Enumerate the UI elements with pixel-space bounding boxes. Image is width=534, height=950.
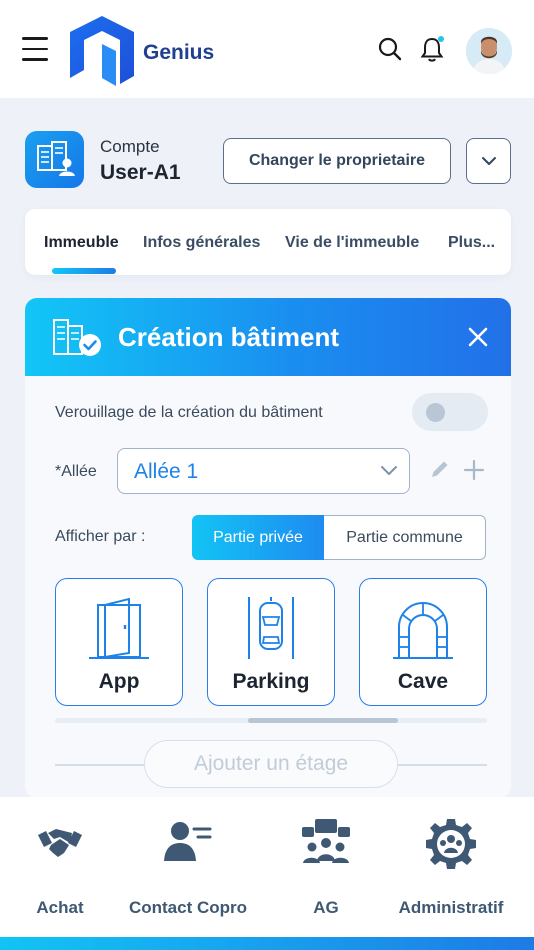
plus-icon[interactable] xyxy=(462,458,486,482)
horizontal-scrollbar[interactable] xyxy=(55,718,487,723)
app-header: Genius xyxy=(0,0,534,98)
creation-batiment-card: Création bâtiment Verouillage de la créa… xyxy=(25,298,511,798)
section-tabs: Immeuble Infos générales Vie de l'immeub… xyxy=(25,209,511,275)
allee-select[interactable]: Allée 1 xyxy=(117,448,410,494)
search-icon[interactable] xyxy=(377,36,403,62)
nav-label: AG xyxy=(313,898,339,917)
lock-creation-toggle[interactable] xyxy=(412,393,488,431)
active-tab-indicator xyxy=(52,268,116,274)
nav-label: Administratif xyxy=(398,898,504,917)
account-user: User-A1 xyxy=(100,161,181,184)
nav-ag[interactable]: AG xyxy=(296,817,356,918)
nav-contact-copro[interactable]: Contact Copro xyxy=(124,817,252,918)
close-icon[interactable] xyxy=(465,324,491,350)
account-label: Compte xyxy=(100,137,160,156)
tile-label: Cave xyxy=(397,670,449,693)
building-check-icon xyxy=(53,319,101,356)
bell-icon[interactable] xyxy=(419,34,445,64)
lock-creation-label: Verouillage de la création du bâtiment xyxy=(55,404,323,421)
scrollbar-thumb[interactable] xyxy=(248,718,398,723)
tile-parking[interactable]: Parking xyxy=(207,578,335,706)
tile-label: App xyxy=(98,670,140,693)
admin-gear-icon xyxy=(426,819,476,869)
chevron-down-icon xyxy=(381,466,397,475)
avatar[interactable] xyxy=(466,28,512,74)
toggle-knob xyxy=(426,403,445,422)
handshake-icon xyxy=(38,829,82,857)
pencil-icon[interactable] xyxy=(429,458,451,480)
tile-label: Parking xyxy=(232,670,310,693)
bottom-navigation: Achat Contact Copro AG Administratif xyxy=(0,797,534,937)
allee-selected-value: Allée 1 xyxy=(134,460,199,483)
card-title: Création bâtiment xyxy=(118,322,340,352)
tab-plus[interactable]: Plus... xyxy=(448,234,495,252)
door-icon xyxy=(89,597,149,659)
bottom-accent-strip xyxy=(0,937,534,950)
account-dropdown-button[interactable] xyxy=(466,138,511,184)
tile-app[interactable]: App xyxy=(55,578,183,706)
nav-label: Achat xyxy=(36,898,84,917)
contact-icon xyxy=(164,822,212,861)
allee-label: *Allée xyxy=(55,463,97,480)
hamburger-icon[interactable] xyxy=(22,37,48,61)
brand-name: Genius xyxy=(143,41,215,64)
afficher-par-label: Afficher par : xyxy=(55,528,146,545)
card-header: Création bâtiment xyxy=(25,298,511,376)
genius-logo xyxy=(70,16,134,86)
change-owner-button[interactable]: Changer le proprietaire xyxy=(223,138,451,184)
divider xyxy=(398,764,487,766)
nav-achat[interactable]: Achat xyxy=(22,817,98,918)
tab-vie-immeuble[interactable]: Vie de l'immeuble xyxy=(285,234,419,252)
segment-partie-commune[interactable]: Partie commune xyxy=(324,515,486,560)
meeting-icon xyxy=(302,819,350,863)
tile-cave[interactable]: Cave xyxy=(359,578,487,706)
nav-label: Contact Copro xyxy=(128,898,248,917)
divider xyxy=(55,764,144,766)
cellar-arch-icon xyxy=(393,602,453,659)
tab-infos-generales[interactable]: Infos générales xyxy=(143,234,260,252)
nav-administratif[interactable]: Administratif xyxy=(394,817,508,918)
tab-immeuble[interactable]: Immeuble xyxy=(44,234,119,252)
segment-partie-privee[interactable]: Partie privée xyxy=(192,515,324,560)
car-parking-icon xyxy=(248,597,294,659)
add-floor-button[interactable]: Ajouter un étage xyxy=(144,740,398,788)
building-user-icon xyxy=(25,131,84,188)
chevron-down-icon xyxy=(481,157,496,165)
